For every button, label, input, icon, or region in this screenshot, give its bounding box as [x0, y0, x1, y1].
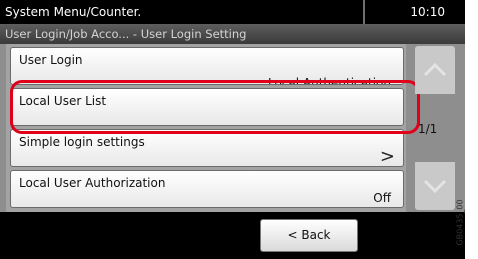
- scroll-down-button[interactable]: [415, 162, 455, 210]
- scroll-up-button[interactable]: [415, 46, 455, 94]
- selection-highlight: [10, 80, 420, 134]
- chevron-right-icon: >: [379, 146, 395, 167]
- local-user-authorization-button[interactable]: Local User Authorization Off: [10, 170, 404, 208]
- chevron-down-icon: [423, 179, 447, 194]
- panel-screen: System Menu/Counter. 10:10 User Login/Jo…: [0, 0, 465, 259]
- local-user-authorization-value: Off: [373, 191, 391, 205]
- clock: 10:10: [410, 5, 445, 19]
- status-divider: [363, 0, 365, 24]
- page-indicator: 1/1: [418, 122, 438, 136]
- system-menu-title: System Menu/Counter.: [5, 5, 142, 19]
- figure-code-text: GB0435_00: [455, 199, 465, 246]
- status-bar: System Menu/Counter. 10:10: [0, 0, 465, 24]
- breadcrumb: User Login/Job Acco... - User Login Sett…: [0, 24, 465, 44]
- bottom-bar: [0, 212, 465, 259]
- user-login-label: User Login: [19, 53, 83, 67]
- simple-login-settings-label: Simple login settings: [19, 135, 145, 149]
- breadcrumb-text: User Login/Job Acco... - User Login Sett…: [5, 27, 247, 41]
- chevron-up-icon: [423, 62, 447, 77]
- local-user-authorization-label: Local User Authorization: [19, 176, 166, 190]
- back-button[interactable]: < Back: [260, 219, 358, 252]
- simple-login-settings-button[interactable]: Simple login settings >: [10, 129, 404, 167]
- figure-code: GB0435_00: [456, 190, 478, 259]
